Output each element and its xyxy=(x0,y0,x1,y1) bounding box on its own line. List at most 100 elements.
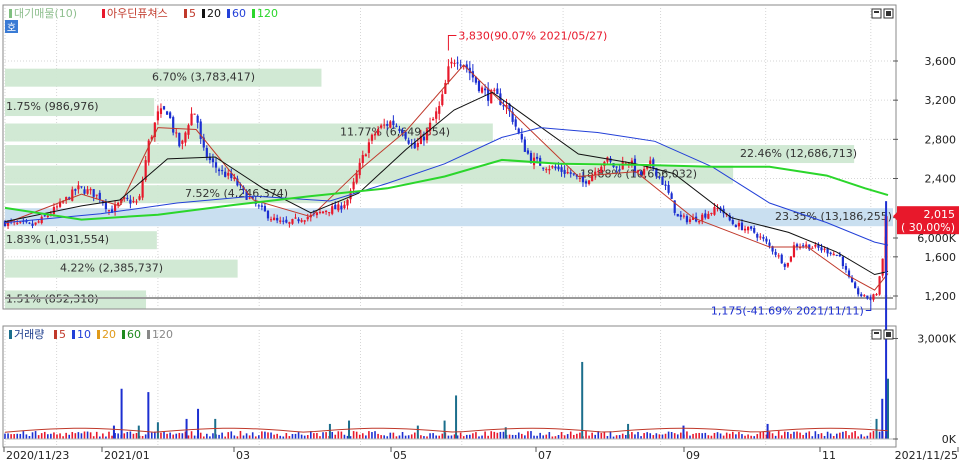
volume-bar xyxy=(481,435,483,439)
volume-bar xyxy=(842,431,844,439)
volume-bar xyxy=(790,433,792,439)
candle-body xyxy=(713,207,716,215)
volume-bar xyxy=(548,432,551,439)
candle-body xyxy=(318,211,322,213)
volume-bar xyxy=(560,432,563,439)
volume-bar xyxy=(469,434,471,439)
volume-bar xyxy=(829,433,832,439)
legend-volume-ma-label: 10 xyxy=(77,328,91,341)
candle-body xyxy=(459,64,462,66)
candle-body xyxy=(600,166,603,173)
volume-bar xyxy=(600,432,603,439)
volume-bar xyxy=(221,432,223,439)
candle-body xyxy=(560,167,563,172)
volume-bar xyxy=(294,433,297,439)
candle-body xyxy=(557,166,560,170)
candle-body xyxy=(707,213,710,219)
volume-bar xyxy=(658,434,661,439)
price-axis-tick-label: 1,600 xyxy=(925,251,957,264)
volume-bar xyxy=(695,433,697,439)
volume-bar xyxy=(783,431,786,439)
volume-bar xyxy=(839,432,841,439)
volume-spike-bar xyxy=(881,398,884,439)
volume-axis-tick-label: 6,000K xyxy=(917,232,956,245)
volume-bar xyxy=(738,431,740,439)
volume-bar xyxy=(762,431,765,439)
price-axis-tick-label: 1,200 xyxy=(925,290,957,303)
volume-bar xyxy=(285,433,288,439)
candle-body xyxy=(383,124,386,126)
candle-body xyxy=(753,228,756,233)
volume-bar xyxy=(521,433,523,439)
volume-profile-band xyxy=(5,145,855,164)
volume-bar xyxy=(233,435,236,439)
candle-body xyxy=(300,220,303,222)
volume-bar xyxy=(652,435,655,439)
candle-body xyxy=(162,106,166,110)
candle-body xyxy=(361,155,364,164)
volume-spike-bar xyxy=(156,422,159,439)
candle-body xyxy=(34,222,37,225)
volume-bar xyxy=(725,432,728,439)
legend-volume-profile-label: 대기매물(10) xyxy=(14,7,77,20)
volume-bar xyxy=(166,433,168,439)
candle-body xyxy=(857,288,860,295)
volume-bar xyxy=(499,431,502,439)
candle-body xyxy=(685,216,689,223)
volume-bar xyxy=(135,432,138,439)
candle-body xyxy=(746,226,750,231)
candle-body xyxy=(435,111,438,119)
candle-body xyxy=(493,89,496,91)
volume-bar xyxy=(835,433,838,439)
candle-body xyxy=(432,118,435,121)
price-axis-tick-label: 3,200 xyxy=(925,94,957,107)
candle-body xyxy=(187,125,190,135)
candle-body xyxy=(83,189,86,194)
volume-bar xyxy=(102,433,104,439)
panel-maximize-button[interactable] xyxy=(871,8,882,19)
volume-spike-bar xyxy=(887,378,889,439)
volume-bar xyxy=(771,433,774,439)
candle-body xyxy=(551,166,554,168)
candle-body xyxy=(636,170,640,172)
volume-bar xyxy=(848,435,850,439)
candle-body xyxy=(248,197,251,199)
candle-body xyxy=(217,169,221,172)
volume-bar xyxy=(799,432,801,439)
candle-body xyxy=(138,196,141,200)
candle-body xyxy=(19,221,22,223)
candle-body xyxy=(704,213,707,218)
volume-bar xyxy=(37,435,40,439)
volume-bar xyxy=(291,434,294,439)
volume-bar xyxy=(68,434,71,439)
candle-body xyxy=(581,176,585,183)
volume-bar xyxy=(432,433,434,439)
volume-bar xyxy=(450,435,453,439)
volume-bar xyxy=(429,433,431,439)
volume-bar xyxy=(676,434,679,439)
panel-maximize-button[interactable] xyxy=(871,329,882,340)
candle-body xyxy=(425,129,429,141)
volume-bar xyxy=(251,432,254,439)
candle-body xyxy=(328,212,331,214)
volume-spike-bar xyxy=(197,408,200,439)
volume-bar xyxy=(511,434,514,439)
candle-body xyxy=(652,159,655,169)
candle-body xyxy=(670,193,673,199)
candle-body xyxy=(841,256,844,267)
volume-bar xyxy=(472,433,474,439)
volume-bar xyxy=(352,431,355,439)
volume-panel-frame xyxy=(2,325,897,448)
volume-bar xyxy=(420,435,422,439)
candle-body xyxy=(820,247,823,251)
volume-bar xyxy=(465,434,468,439)
volume-bar xyxy=(230,431,233,439)
volume-bar xyxy=(701,433,704,439)
candle-body xyxy=(860,294,863,297)
candle-body xyxy=(811,247,814,249)
volume-bar xyxy=(227,432,230,439)
volume-bar xyxy=(670,432,673,439)
candle-body xyxy=(260,205,263,207)
volume-bar xyxy=(728,433,731,439)
legend-swatch xyxy=(122,330,125,339)
